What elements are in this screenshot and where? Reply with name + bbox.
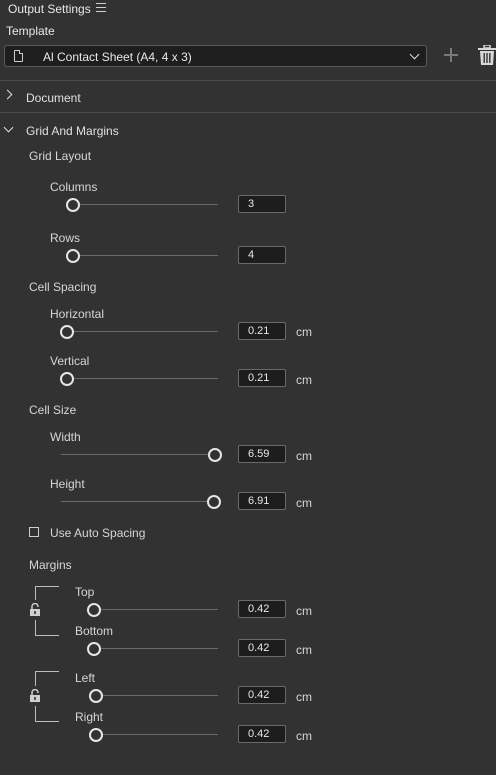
chevron-down-icon[interactable] — [3, 122, 14, 133]
horizontal-label: Horizontal — [50, 307, 105, 321]
horizontal-slider-thumb[interactable] — [60, 325, 74, 339]
template-label: Template — [6, 24, 55, 38]
horizontal-slider-track[interactable] — [61, 331, 218, 332]
plus-icon[interactable] — [444, 48, 458, 62]
horizontal-input[interactable]: 0.21 — [238, 322, 286, 340]
auto-spacing-checkbox[interactable] — [29, 527, 39, 537]
document-icon — [14, 50, 23, 62]
unlocked-lock-icon[interactable] — [29, 603, 41, 617]
template-dropdown[interactable]: Al Contact Sheet (A4, 4 x 3) — [4, 45, 427, 67]
left-unit: cm — [296, 690, 312, 704]
width-input[interactable]: 6.59 — [238, 445, 286, 463]
height-slider-thumb[interactable] — [207, 495, 221, 509]
horizontal-unit: cm — [296, 325, 312, 339]
margins-heading: Margins — [29, 558, 72, 572]
unlocked-lock-icon[interactable] — [29, 689, 41, 703]
rows-slider-track[interactable] — [66, 255, 218, 256]
width-label: Width — [50, 430, 81, 444]
columns-input[interactable]: 3 — [238, 195, 286, 213]
bracket-line — [35, 586, 36, 600]
columns-label: Columns — [50, 180, 98, 194]
columns-slider-track[interactable] — [66, 204, 218, 205]
cell-spacing-heading: Cell Spacing — [29, 280, 97, 294]
cell-size-heading: Cell Size — [29, 403, 77, 417]
width-slider-thumb[interactable] — [208, 448, 222, 462]
grid-layout-heading: Grid Layout — [29, 149, 92, 163]
section-document[interactable]: Document — [26, 91, 81, 105]
bottom-slider-track[interactable] — [88, 648, 218, 649]
chevron-down-icon — [409, 49, 420, 60]
top-input[interactable]: 0.42 — [238, 600, 286, 618]
right-slider-thumb[interactable] — [89, 728, 103, 742]
section-grid-and-margins[interactable]: Grid And Margins — [26, 124, 119, 138]
rows-label: Rows — [50, 231, 81, 245]
trash-icon[interactable] — [478, 45, 496, 65]
right-input[interactable]: 0.42 — [238, 725, 286, 743]
bracket-line — [35, 671, 59, 672]
vertical-slider-thumb[interactable] — [60, 372, 74, 386]
height-unit: cm — [296, 496, 312, 510]
divider — [0, 112, 496, 113]
left-slider-thumb[interactable] — [89, 689, 103, 703]
right-unit: cm — [296, 729, 312, 743]
top-slider-thumb[interactable] — [87, 603, 101, 617]
rows-input[interactable]: 4 — [238, 246, 286, 264]
right-label: Right — [75, 710, 104, 724]
top-slider-track[interactable] — [88, 609, 218, 610]
height-slider-track[interactable] — [61, 501, 211, 502]
bottom-unit: cm — [296, 643, 312, 657]
left-slider-track[interactable] — [90, 695, 218, 696]
bracket-line — [35, 620, 36, 635]
vertical-input[interactable]: 0.21 — [238, 369, 286, 387]
vertical-label: Vertical — [50, 354, 90, 368]
height-input[interactable]: 6.91 — [238, 492, 286, 510]
right-slider-track[interactable] — [90, 734, 218, 735]
template-selected-value: Al Contact Sheet (A4, 4 x 3) — [43, 50, 192, 64]
bracket-line — [35, 671, 36, 686]
top-label: Top — [75, 585, 95, 599]
top-unit: cm — [296, 604, 312, 618]
bracket-line — [35, 706, 36, 721]
chevron-right-icon[interactable] — [2, 89, 13, 100]
bracket-line — [35, 586, 59, 587]
auto-spacing-label[interactable]: Use Auto Spacing — [50, 526, 145, 540]
bottom-input[interactable]: 0.42 — [238, 639, 286, 657]
bottom-slider-thumb[interactable] — [87, 642, 101, 656]
width-slider-track[interactable] — [61, 454, 213, 455]
left-label: Left — [75, 671, 96, 685]
bracket-line — [35, 635, 59, 636]
height-label: Height — [50, 477, 85, 491]
bracket-line — [35, 721, 59, 722]
rows-slider-thumb[interactable] — [66, 249, 80, 263]
columns-slider-thumb[interactable] — [66, 198, 80, 212]
panel-title: Output Settings — [8, 2, 91, 16]
divider — [0, 80, 496, 81]
left-input[interactable]: 0.42 — [238, 686, 286, 704]
vertical-unit: cm — [296, 373, 312, 387]
hamburger-menu-icon[interactable] — [96, 3, 106, 12]
vertical-slider-track[interactable] — [61, 378, 218, 379]
bottom-label: Bottom — [75, 624, 114, 638]
width-unit: cm — [296, 449, 312, 463]
